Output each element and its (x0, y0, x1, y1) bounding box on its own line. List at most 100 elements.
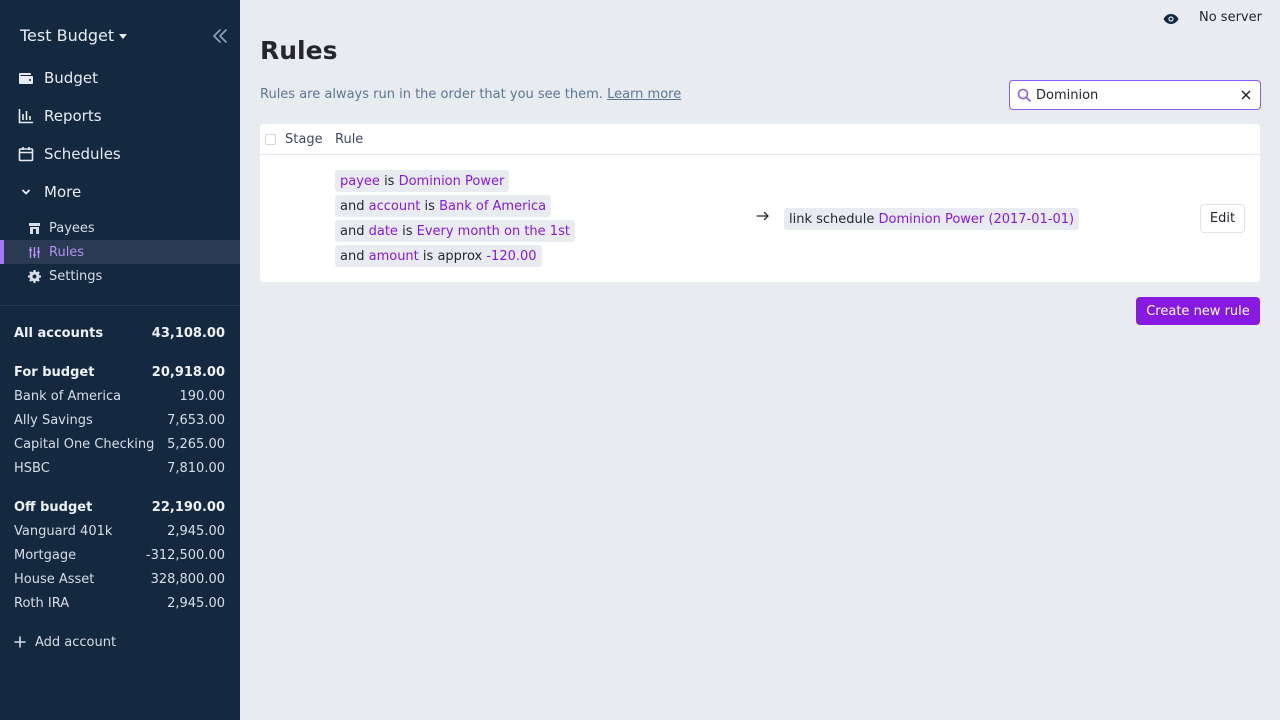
condition-op: is (384, 173, 395, 189)
nav-more[interactable]: More (18, 180, 81, 204)
column-header-stage[interactable]: Stage (285, 132, 323, 147)
nav-more-label: More (44, 183, 82, 201)
collapse-sidebar-icon[interactable] (211, 27, 229, 45)
account-row[interactable]: Roth IRA 2,945.00 (14, 593, 225, 613)
account-group-balance: 20,918.00 (151, 364, 225, 380)
rule-condition: and account is Bank of America (335, 195, 552, 217)
caret-down-icon (119, 33, 128, 39)
select-all-checkbox[interactable] (265, 134, 276, 145)
action-value: Dominion Power (2017-01-01) (878, 211, 1075, 227)
account-name: All accounts (14, 325, 104, 341)
condition-op: is (424, 198, 435, 214)
page-title: Rules (260, 36, 338, 65)
condition-value: Every month on the 1st (416, 223, 570, 239)
account-row[interactable]: Capital One Checking 5,265.00 (14, 434, 225, 454)
calendar-icon (18, 146, 34, 162)
account-balance: 328,800.00 (150, 571, 225, 587)
plus-icon (14, 636, 26, 648)
nav-settings-label: Settings (49, 268, 103, 284)
store-icon (28, 222, 41, 235)
account-balance: 43,108.00 (151, 325, 225, 341)
rule-condition: and date is Every month on the 1st (335, 220, 575, 242)
account-group-balance: 22,190.00 (151, 499, 225, 515)
condition-field: payee (340, 173, 380, 189)
account-balance: 5,265.00 (167, 436, 225, 452)
condition-field: amount (368, 248, 419, 264)
page-subtitle: Rules are always run in the order that y… (260, 87, 681, 102)
nav-schedules-label: Schedules (44, 145, 121, 163)
sidebar-divider (0, 305, 240, 306)
condition-value: Bank of America (439, 198, 547, 214)
account-balance: -312,500.00 (145, 547, 225, 563)
account-group-name: Off budget (14, 499, 93, 515)
condition-value: Dominion Power (398, 173, 505, 189)
nav-rules[interactable]: Rules (0, 240, 240, 264)
nav-reports[interactable]: Reports (18, 104, 102, 128)
condition-prefix: and (340, 198, 365, 214)
search-input[interactable] (1036, 87, 1236, 103)
account-row[interactable]: Bank of America 190.00 (14, 386, 225, 406)
gear-icon (28, 269, 41, 283)
budget-switcher[interactable]: Test Budget (20, 24, 128, 46)
account-row[interactable]: Ally Savings 7,653.00 (14, 410, 225, 430)
eye-icon[interactable] (1163, 11, 1179, 27)
for-budget-group[interactable]: For budget 20,918.00 (14, 362, 225, 382)
account-balance: 7,810.00 (167, 460, 225, 476)
condition-op: is (402, 223, 413, 239)
nav-settings[interactable]: Settings (0, 264, 240, 288)
account-name: Vanguard 401k (14, 523, 113, 539)
search-box[interactable] (1009, 80, 1261, 110)
edit-rule-button[interactable]: Edit (1200, 204, 1245, 233)
chevron-down-icon (19, 185, 33, 199)
nav-budget-label: Budget (44, 69, 98, 87)
account-balance: 7,653.00 (167, 412, 225, 428)
nav-reports-label: Reports (44, 107, 102, 125)
rule-action: link schedule Dominion Power (2017-01-01… (784, 208, 1080, 230)
search-icon (1017, 88, 1031, 102)
account-row[interactable]: HSBC 7,810.00 (14, 458, 225, 478)
create-rule-button[interactable]: Create new rule (1136, 297, 1260, 325)
account-name: Roth IRA (14, 595, 70, 611)
nav-payees[interactable]: Payees (0, 216, 240, 240)
nav-schedules[interactable]: Schedules (18, 142, 121, 166)
account-row[interactable]: Vanguard 401k 2,945.00 (14, 521, 225, 541)
rule-condition: and amount is approx -120.00 (335, 245, 542, 267)
condition-value: -120.00 (486, 248, 537, 264)
arrow-right-icon (756, 210, 770, 222)
add-account-label: Add account (35, 634, 117, 650)
clear-search-icon[interactable] (1240, 89, 1252, 101)
account-name: Mortgage (14, 547, 77, 563)
account-balance: 2,945.00 (167, 595, 225, 611)
nav-budget[interactable]: Budget (18, 66, 98, 90)
account-name: Ally Savings (14, 412, 93, 428)
action-text: link schedule (789, 211, 875, 227)
account-balance: 2,945.00 (167, 523, 225, 539)
account-row[interactable]: Mortgage -312,500.00 (14, 545, 225, 565)
server-status[interactable]: No server (1199, 10, 1262, 25)
bar-chart-icon (18, 108, 34, 124)
rules-table: Stage Rule payee is Dominion Power and a… (260, 124, 1260, 282)
sidebar: Test Budget Budget Reports Schedules Mor… (0, 0, 240, 720)
nav-payees-label: Payees (49, 220, 95, 236)
learn-more-link[interactable]: Learn more (607, 87, 681, 102)
column-header-rule[interactable]: Rule (335, 132, 363, 147)
account-group-name: For budget (14, 364, 95, 380)
account-row[interactable]: House Asset 328,800.00 (14, 569, 225, 589)
condition-op: is approx (422, 248, 483, 264)
wallet-icon (18, 70, 34, 86)
condition-field: account (368, 198, 421, 214)
condition-field: date (368, 223, 398, 239)
rule-condition: payee is Dominion Power (335, 170, 510, 192)
nav-rules-label: Rules (49, 244, 85, 260)
all-accounts[interactable]: All accounts 43,108.00 (14, 323, 225, 343)
account-balance: 190.00 (179, 388, 226, 404)
subtitle-text: Rules are always run in the order that y… (260, 87, 603, 102)
budget-name: Test Budget (20, 25, 115, 45)
table-header: Stage Rule (260, 124, 1260, 155)
account-name: Capital One Checking (14, 436, 155, 452)
off-budget-group[interactable]: Off budget 22,190.00 (14, 497, 225, 517)
account-name: House Asset (14, 571, 95, 587)
condition-prefix: and (340, 248, 365, 264)
add-account-button[interactable]: Add account (14, 632, 116, 652)
account-name: Bank of America (14, 388, 122, 404)
